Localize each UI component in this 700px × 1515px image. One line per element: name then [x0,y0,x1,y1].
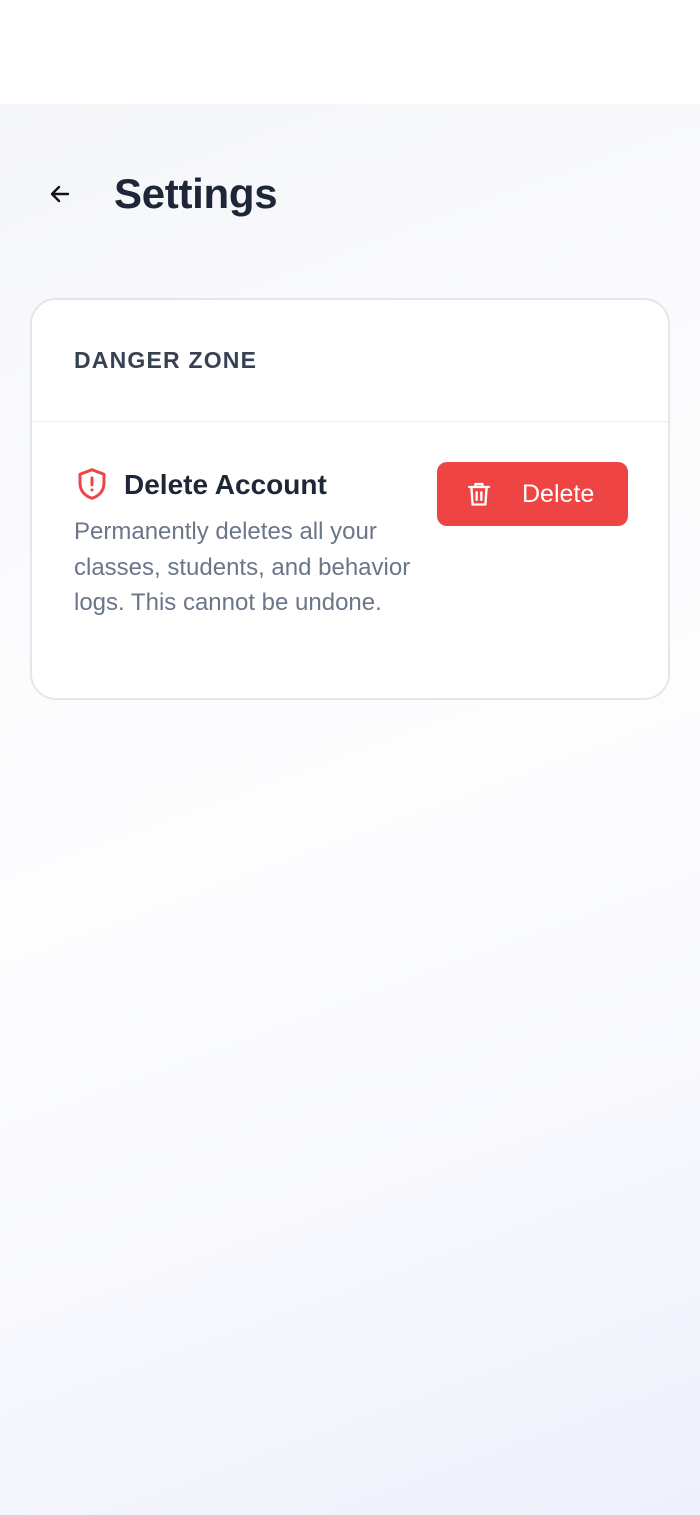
danger-zone-title: DANGER ZONE [74,347,258,373]
delete-account-row: Delete Account Permanently deletes all y… [32,422,668,698]
delete-account-description: Permanently deletes all your classes, st… [74,518,411,616]
arrow-left-icon [50,185,70,203]
trash-icon [467,482,491,506]
back-button[interactable] [36,170,84,218]
danger-zone-header: DANGER ZONE [32,300,668,422]
delete-account-title: Delete Account [124,469,327,500]
delete-button-label: Delete [522,480,595,508]
shield-alert-icon [78,468,106,500]
settings-screen: Settings DANGER ZONE Delete Account Perm… [0,104,700,1515]
status-bar [0,0,700,104]
delete-account-button[interactable]: Delete [437,462,628,526]
page-title: Settings [114,170,278,217]
danger-zone-card: DANGER ZONE Delete Account Permanently d… [30,298,670,700]
header: Settings [0,156,700,232]
